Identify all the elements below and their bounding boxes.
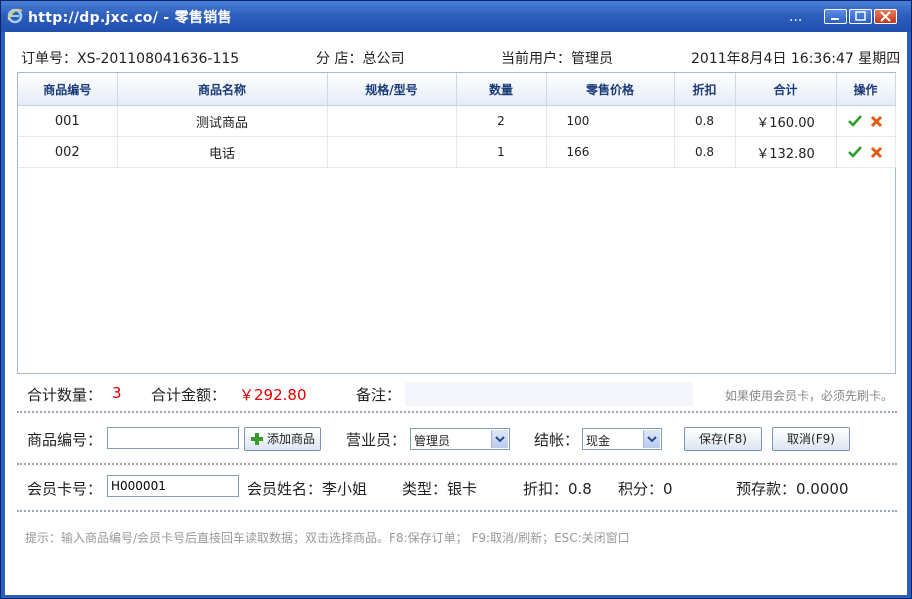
title-bar[interactable]: http://dp.jxc.co/ - 零售销售 ... bbox=[1, 1, 911, 32]
save-button[interactable]: 保存(F8) bbox=[684, 427, 762, 451]
checkout-selected: 现金 bbox=[586, 434, 611, 448]
total-amount-label: 合计金额： bbox=[151, 386, 227, 404]
col-header-qty[interactable]: 数量 bbox=[456, 73, 547, 106]
keyboard-tip: 提示：输入商品编号/会员卡号后直接回车读取数据；双击选择商品。F8:保存订单； … bbox=[25, 531, 630, 545]
divider bbox=[17, 463, 897, 465]
note-label: 备注： bbox=[356, 386, 402, 404]
cell-actions bbox=[836, 105, 896, 137]
current-user: 当前用户：管理员 bbox=[501, 51, 613, 67]
cell-total: ￥132.80 bbox=[735, 136, 837, 168]
sales-window: http://dp.jxc.co/ - 零售销售 ... 订单号：XS-2011… bbox=[0, 0, 912, 599]
maximize-button[interactable] bbox=[849, 9, 872, 24]
minimize-button[interactable] bbox=[824, 9, 847, 24]
store-name: 分 店：总公司 bbox=[316, 51, 405, 67]
cell-qty[interactable]: 2 bbox=[456, 105, 547, 137]
sales-table: 商品编号 商品名称 规格/型号 数量 零售价格 折扣 合计 操作 001 测试商… bbox=[17, 72, 896, 374]
cell-name: 测试商品 bbox=[117, 105, 328, 137]
title-dots: ... bbox=[789, 9, 803, 25]
clerk-label: 营业员： bbox=[346, 431, 407, 449]
order-number: 订单号：XS-201108041636-115 bbox=[21, 51, 240, 67]
add-plus-icon bbox=[251, 433, 263, 445]
cell-discount[interactable]: 0.8 bbox=[674, 136, 736, 168]
minimize-icon bbox=[831, 18, 839, 20]
cell-total: ￥160.00 bbox=[735, 105, 837, 137]
col-header-discount[interactable]: 折扣 bbox=[674, 73, 736, 106]
confirm-check-icon[interactable] bbox=[848, 115, 862, 127]
member-deposit: 预存款：0.0000 bbox=[736, 480, 849, 498]
checkout-select[interactable]: 现金 bbox=[582, 428, 662, 450]
product-code-input[interactable] bbox=[107, 427, 239, 449]
member-discount: 折扣：0.8 bbox=[523, 480, 592, 498]
member-points: 积分：0 bbox=[618, 480, 673, 498]
maximize-icon bbox=[855, 11, 866, 21]
clerk-select[interactable]: 管理员 bbox=[410, 428, 510, 450]
cell-discount[interactable]: 0.8 bbox=[674, 105, 736, 137]
cell-code: 001 bbox=[18, 105, 118, 137]
col-header-spec[interactable]: 规格/型号 bbox=[327, 73, 457, 106]
datetime: 2011年8月4日 16:36:47 星期四 bbox=[691, 51, 901, 67]
close-icon bbox=[880, 11, 891, 22]
member-name: 会员姓名：李小姐 bbox=[247, 480, 368, 498]
total-qty-label: 合计数量： bbox=[27, 386, 103, 404]
cell-price[interactable]: 166 bbox=[546, 136, 675, 168]
cell-actions bbox=[836, 136, 896, 168]
delete-x-icon[interactable] bbox=[870, 146, 883, 159]
col-header-total[interactable]: 合计 bbox=[735, 73, 837, 106]
product-code-label: 商品编号： bbox=[27, 431, 103, 449]
close-button[interactable] bbox=[874, 9, 897, 24]
confirm-check-icon[interactable] bbox=[848, 146, 862, 158]
total-qty-value: 3 bbox=[112, 384, 122, 402]
chevron-down-icon bbox=[491, 430, 508, 448]
divider bbox=[17, 411, 897, 413]
col-header-name[interactable]: 商品名称 bbox=[117, 73, 328, 106]
cell-price[interactable]: 100 bbox=[546, 105, 675, 137]
delete-x-icon[interactable] bbox=[870, 115, 883, 128]
cell-name: 电话 bbox=[117, 136, 328, 168]
divider bbox=[17, 510, 897, 512]
table-row[interactable]: 001 测试商品 2 100 0.8 ￥160.00 bbox=[18, 105, 896, 137]
total-amount-value: ￥292.80 bbox=[239, 386, 307, 404]
ie-icon bbox=[7, 8, 23, 24]
chevron-down-icon bbox=[643, 430, 660, 448]
add-product-button[interactable]: 添加商品 bbox=[244, 427, 321, 451]
checkout-label: 结帐： bbox=[534, 431, 580, 449]
col-header-code[interactable]: 商品编号 bbox=[18, 73, 118, 106]
table-header: 商品编号 商品名称 规格/型号 数量 零售价格 折扣 合计 操作 bbox=[18, 73, 896, 106]
col-header-action: 操作 bbox=[836, 73, 896, 106]
cell-code: 002 bbox=[18, 136, 118, 168]
cancel-button[interactable]: 取消(F9) bbox=[772, 427, 850, 451]
member-card-label: 会员卡号： bbox=[27, 480, 103, 498]
member-card-input[interactable] bbox=[107, 475, 239, 497]
clerk-selected: 管理员 bbox=[414, 434, 451, 448]
col-header-price[interactable]: 零售价格 bbox=[546, 73, 675, 106]
note-input[interactable] bbox=[405, 382, 693, 406]
cell-spec bbox=[327, 105, 457, 137]
add-product-label: 添加商品 bbox=[267, 432, 316, 446]
table-row[interactable]: 002 电话 1 166 0.8 ￥132.80 bbox=[18, 136, 896, 168]
cell-qty[interactable]: 1 bbox=[456, 136, 547, 168]
member-card-hint: 如果使用会员卡，必须先刷卡。 bbox=[725, 389, 894, 403]
window-title: http://dp.jxc.co/ - 零售销售 bbox=[28, 10, 232, 26]
member-type: 类型：银卡 bbox=[402, 480, 478, 498]
cell-spec bbox=[327, 136, 457, 168]
